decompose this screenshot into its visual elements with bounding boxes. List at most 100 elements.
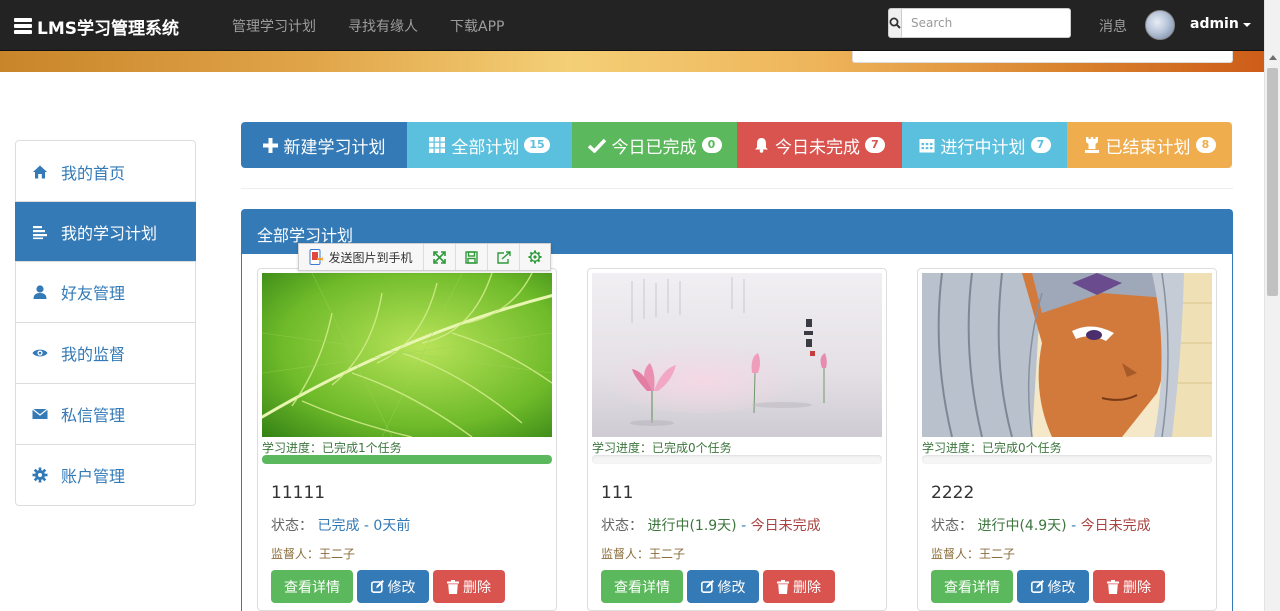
- share-icon: [496, 250, 511, 264]
- sidebar-item-account[interactable]: 账户管理: [16, 444, 195, 505]
- scroll-thumb[interactable]: [1267, 68, 1278, 296]
- search-input[interactable]: [902, 8, 1071, 38]
- bell-icon: [754, 137, 769, 153]
- ended-plans-count-badge: 8: [1195, 137, 1216, 153]
- banner-panel: [852, 51, 1233, 63]
- today-done-button[interactable]: 今日已完成 0: [572, 122, 737, 168]
- card-actions: 查看详情 修改 删除: [931, 570, 1165, 603]
- plan-thumbnail-anime[interactable]: [922, 273, 1212, 437]
- plan-title: 111: [601, 483, 634, 503]
- plus-icon: [262, 137, 278, 153]
- today-undone-label: 今日未完成: [775, 137, 860, 158]
- divider: [241, 188, 1233, 189]
- grid-icon: [429, 137, 446, 153]
- expand-icon: [433, 250, 446, 264]
- status-row: 状态： 已完成 - 0天前: [271, 515, 410, 535]
- fullscreen-button[interactable]: [424, 244, 456, 270]
- sidebar-item-label: 账户管理: [61, 467, 126, 486]
- sidebar-item-study-plans[interactable]: 我的学习计划: [15, 201, 196, 261]
- view-detail-button[interactable]: 查看详情: [271, 570, 353, 603]
- edit-button[interactable]: 修改: [357, 570, 429, 603]
- plan-card: 学习进度：已完成1个任务 11111 状态： 已完成 - 0天前 监督人：王二子…: [257, 268, 557, 611]
- progress-bar: [922, 455, 1212, 464]
- today-undone-button[interactable]: 今日未完成 7: [737, 122, 902, 168]
- card-actions: 查看详情 修改 删除: [601, 570, 835, 603]
- delete-label: 删除: [463, 579, 491, 596]
- view-detail-button[interactable]: 查看详情: [601, 570, 683, 603]
- settings-button[interactable]: [520, 244, 550, 270]
- sidebar-item-label: 好友管理: [61, 284, 126, 303]
- edit-icon: [700, 580, 714, 593]
- avatar[interactable]: [1145, 10, 1175, 40]
- today-done-label: 今日已完成: [611, 137, 697, 158]
- sidebar-item-home[interactable]: 我的首页: [16, 141, 195, 202]
- share-button[interactable]: [488, 244, 520, 270]
- ended-plans-button[interactable]: 已结束计划 8: [1067, 122, 1232, 168]
- status-tail: 今日未完成: [1080, 518, 1151, 534]
- scroll-up-arrow-icon[interactable]: [1269, 55, 1277, 60]
- delete-label: 删除: [1123, 579, 1151, 596]
- plan-card: 学习进度：已完成0个任务 111 状态： 进行中(1.9天) - 今日未完成 监…: [587, 268, 887, 611]
- supervisor: 监督人：王二子: [271, 547, 356, 561]
- sidebar-item-supervision[interactable]: 我的监督: [16, 322, 195, 383]
- trash-icon: [1107, 579, 1119, 594]
- status-label: 状态：: [931, 518, 973, 534]
- list-icon: [32, 224, 48, 240]
- delete-button[interactable]: 删除: [433, 570, 505, 603]
- supervisor: 监督人：王二子: [601, 547, 686, 561]
- edit-icon: [370, 580, 384, 593]
- gear-icon: [528, 250, 542, 264]
- search-button[interactable]: [888, 8, 902, 38]
- edit-button[interactable]: 修改: [1017, 570, 1089, 603]
- progress-label: 学习进度：已完成0个任务: [592, 441, 732, 455]
- send-to-phone-button[interactable]: 发送图片到手机: [299, 244, 424, 270]
- status-value: 进行中(1.9天): [647, 518, 737, 534]
- user-icon: [32, 284, 48, 300]
- plan-card: 学习进度：已完成0个任务 2222 状态： 进行中(4.9天) - 今日未完成 …: [917, 268, 1217, 611]
- new-plan-label: 新建学习计划: [283, 137, 386, 158]
- send-to-phone-label: 发送图片到手机: [328, 250, 413, 265]
- page-scrollbar[interactable]: [1264, 0, 1280, 611]
- plan-thumbnail-leaf[interactable]: [262, 273, 552, 437]
- in-progress-count-badge: 7: [1030, 137, 1051, 153]
- brand[interactable]: LMS学习管理系统: [14, 14, 179, 39]
- user-name: admin: [1190, 16, 1239, 32]
- all-plans-count-badge: 15: [524, 137, 550, 153]
- in-progress-button[interactable]: 进行中计划 7: [902, 122, 1067, 168]
- all-plans-button[interactable]: 全部计划 15: [407, 122, 572, 168]
- sidebar-item-label: 我的首页: [61, 163, 126, 183]
- tower-icon: [1084, 137, 1100, 153]
- nav-link-manage-plans[interactable]: 管理学习计划: [232, 16, 316, 36]
- status-tail: 今日未完成: [750, 518, 821, 534]
- nav-link-download-app[interactable]: 下载APP: [450, 16, 504, 36]
- edit-label: 修改: [1047, 579, 1076, 596]
- delete-button[interactable]: 删除: [1093, 570, 1165, 603]
- envelope-icon: [32, 406, 48, 422]
- sidebar: 我的首页 我的学习计划 好友管理 我的监督 私信管理 账户管理: [15, 140, 196, 506]
- sidebar-item-label: 我的学习计划: [61, 223, 158, 243]
- status-separator: -: [736, 518, 751, 534]
- edit-icon: [1030, 580, 1044, 593]
- status-separator: -: [359, 518, 374, 534]
- nav-link-find-friends[interactable]: 寻找有缘人: [348, 16, 418, 36]
- sidebar-item-friends[interactable]: 好友管理: [16, 261, 195, 322]
- save-image-button[interactable]: [456, 244, 488, 270]
- today-done-count-badge: 0: [701, 137, 722, 153]
- messages-link[interactable]: 消息: [1099, 16, 1127, 36]
- status-value: 已完成: [317, 518, 360, 534]
- eye-icon: [32, 345, 48, 361]
- all-plans-label: 全部计划: [451, 137, 520, 158]
- delete-button[interactable]: 删除: [763, 570, 835, 603]
- plan-title: 2222: [931, 483, 975, 503]
- progress-label: 学习进度：已完成0个任务: [922, 441, 1062, 455]
- plan-thumbnail-lotus[interactable]: [592, 273, 882, 437]
- progress-label: 学习进度：已完成1个任务: [262, 441, 402, 455]
- new-plan-button[interactable]: 新建学习计划: [241, 122, 407, 168]
- status-row: 状态： 进行中(1.9天) - 今日未完成: [601, 515, 821, 535]
- sidebar-item-messages[interactable]: 私信管理: [16, 383, 195, 444]
- progress-bar: [262, 455, 552, 464]
- user-menu[interactable]: admin: [1190, 16, 1251, 32]
- edit-button[interactable]: 修改: [687, 570, 759, 603]
- delete-label: 删除: [793, 579, 821, 596]
- view-detail-button[interactable]: 查看详情: [931, 570, 1013, 603]
